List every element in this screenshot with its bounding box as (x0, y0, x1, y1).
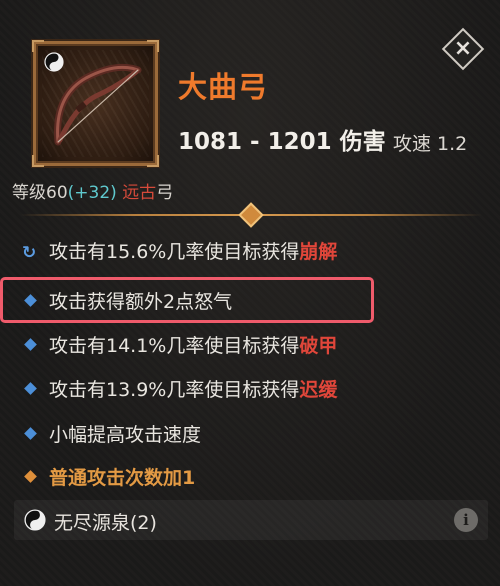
attribute-keyword: 破甲 (299, 335, 338, 357)
item-level-bonus: (+32) (67, 183, 117, 203)
info-icon[interactable]: i (454, 508, 478, 532)
frame-corner (147, 155, 159, 167)
attribute-text: 攻击有15.6%几率使目标获得 (49, 241, 300, 263)
attribute-row: 攻击有13.9%几率使目标获得迟缓 (22, 375, 337, 402)
item-type: 弓 (156, 183, 174, 203)
attribute-text: 小幅提高攻击速度 (49, 424, 202, 446)
attribute-text: 普通攻击次数加1 (49, 467, 196, 489)
section-divider (20, 202, 482, 228)
item-set-bar[interactable]: 无尽源泉(2) i (14, 500, 488, 540)
item-level: 等级60 (12, 183, 68, 203)
set-name: 无尽源泉(2) (54, 512, 157, 534)
attribute-row: 小幅提高攻击速度 (22, 420, 201, 447)
attribute-row: ↻ 攻击有15.6%几率使目标获得崩解 (22, 237, 337, 264)
item-name: 大曲弓 (178, 70, 269, 104)
attribute-text: 攻击有13.9%几率使目标获得 (49, 379, 300, 401)
frame-corner (32, 40, 44, 52)
attribute-row: 攻击有14.1%几率使目标获得破甲 (22, 331, 337, 358)
divider-gem-icon (238, 202, 264, 228)
close-button[interactable]: × (441, 27, 485, 71)
item-rarity: 远古 (122, 183, 157, 203)
orange-diamond-icon (24, 470, 37, 483)
frame-corner (147, 40, 159, 52)
blue-diamond-icon (24, 427, 37, 440)
attribute-keyword: 迟缓 (299, 379, 338, 401)
item-damage: 1081 - 1201 伤害 (178, 129, 386, 155)
yin-yang-icon (24, 509, 46, 531)
blue-diamond-icon (24, 382, 37, 395)
item-icon-frame[interactable] (32, 40, 159, 167)
highlight-box (0, 277, 374, 323)
close-icon: × (453, 36, 473, 61)
item-attack-speed: 攻速 1.2 (393, 133, 468, 155)
frame-corner (32, 155, 44, 167)
refresh-icon: ↻ (22, 243, 37, 263)
item-tooltip-panel: 大曲弓 1081 - 1201 伤害 攻速 1.2 × 等级60(+32) 远古… (0, 0, 500, 586)
blue-diamond-icon (24, 338, 37, 351)
attribute-text: 攻击有14.1%几率使目标获得 (49, 335, 300, 357)
item-level-line: 等级60(+32) 远古弓 (12, 178, 173, 203)
attribute-keyword: 崩解 (299, 241, 338, 263)
bow-icon (54, 63, 142, 146)
attribute-row: 普通攻击次数加1 (22, 463, 195, 490)
